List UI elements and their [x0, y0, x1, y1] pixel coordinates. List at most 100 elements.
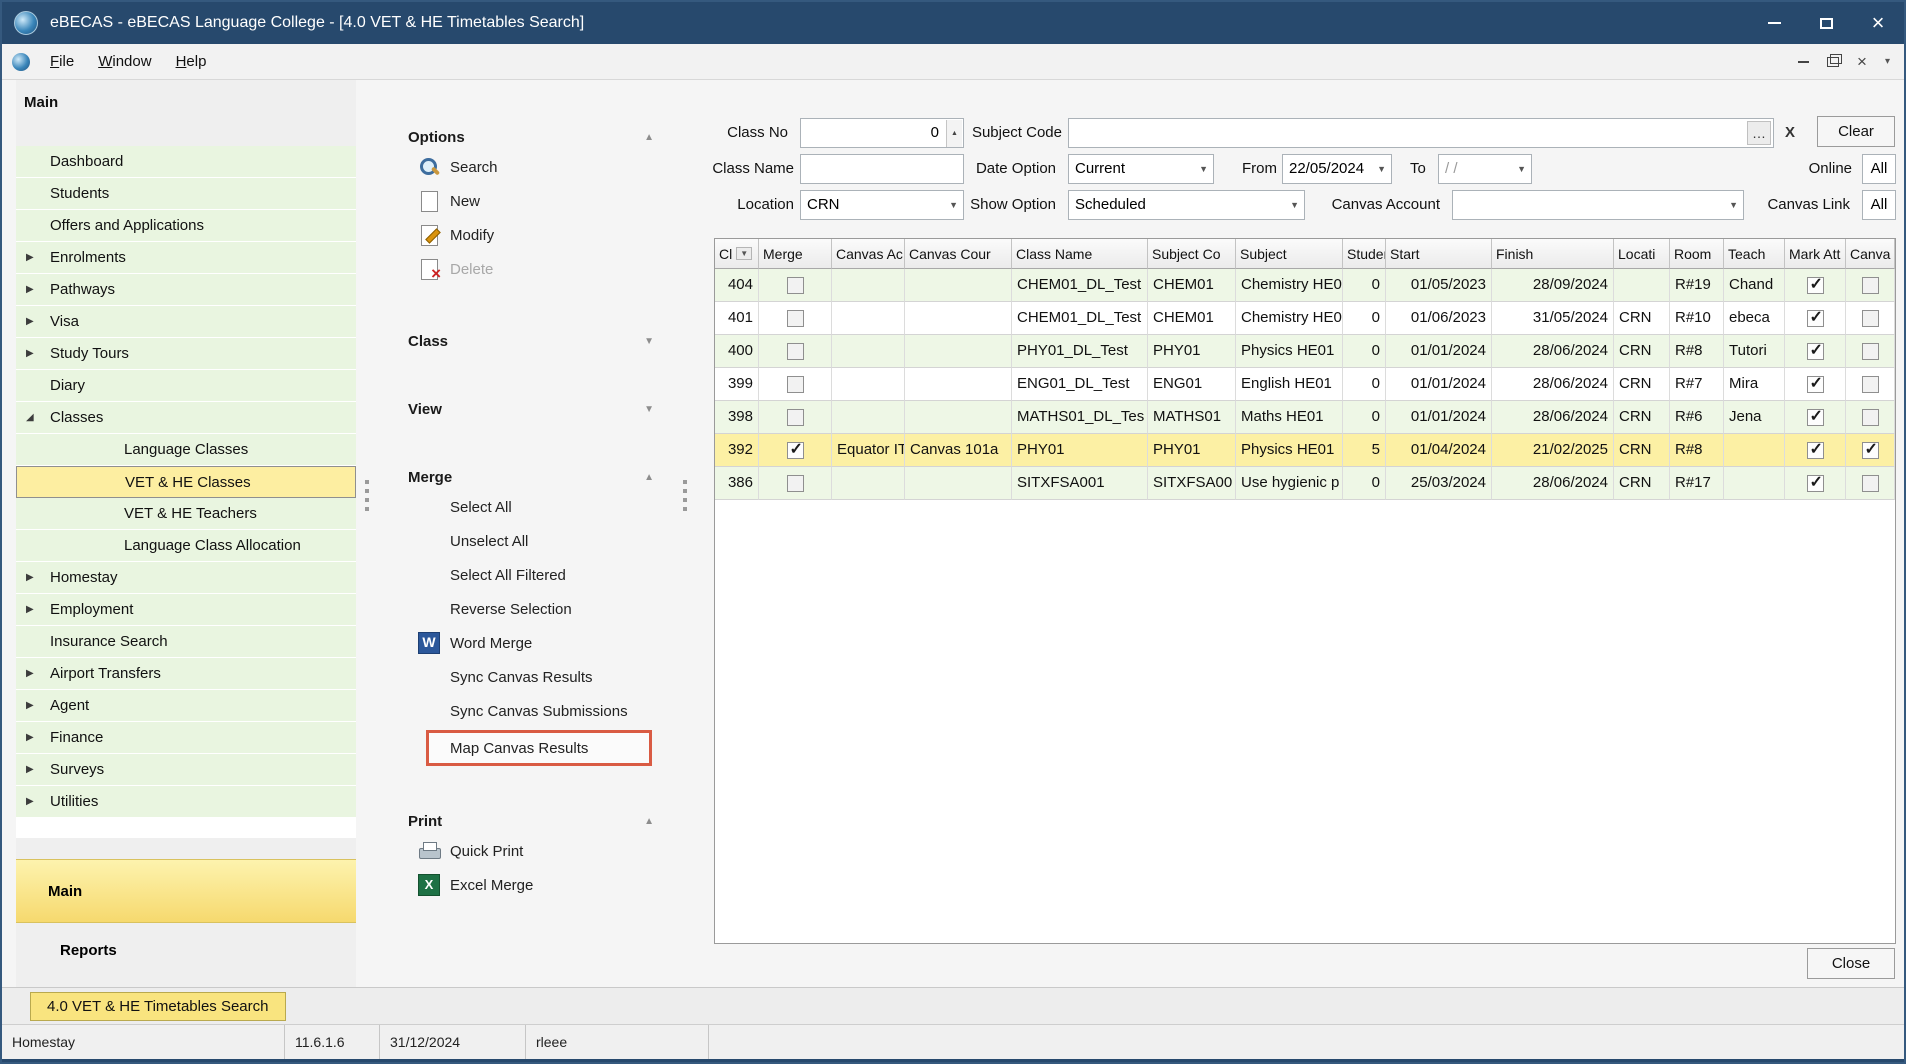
collapsed-arrow-icon[interactable]: ▶ — [26, 348, 34, 359]
table-row[interactable]: 400PHY01_DL_TestPHY01Physics HE01001/01/… — [715, 335, 1895, 368]
menu-window[interactable]: Window — [86, 44, 163, 79]
column-header-canvas-ac[interactable]: Canvas Ac — [832, 239, 905, 269]
sidebar-item-employment[interactable]: ▶Employment — [16, 594, 356, 626]
column-header-start[interactable]: Start — [1386, 239, 1492, 269]
action-select-all-filtered[interactable]: Select All Filtered — [406, 558, 666, 592]
table-row[interactable]: 404CHEM01_DL_TestCHEM01Chemistry HE0001/… — [715, 269, 1895, 302]
class-name-input[interactable] — [800, 154, 964, 184]
toolbar-options-chevron-icon[interactable]: ▾ — [1885, 56, 1890, 67]
action-excel-merge[interactable]: Excel Merge — [406, 868, 666, 902]
mark-att-checkbox[interactable] — [1807, 409, 1824, 426]
collapse-arrow-icon[interactable]: ▲ — [644, 132, 654, 143]
expanded-arrow-icon[interactable]: ◢ — [26, 412, 34, 423]
column-header-subject[interactable]: Subject — [1236, 239, 1343, 269]
column-header-locati[interactable]: Locati — [1614, 239, 1670, 269]
mark-att-checkbox[interactable] — [1807, 376, 1824, 393]
section-header-merge[interactable]: Merge▲ — [406, 464, 666, 490]
class-no-input[interactable]: 0 ▲▼ — [800, 118, 964, 148]
action-unselect-all[interactable]: Unselect All — [406, 524, 666, 558]
minimize-button[interactable] — [1748, 2, 1800, 44]
canvas-checkbox[interactable] — [1862, 310, 1879, 327]
mark-att-checkbox[interactable] — [1807, 475, 1824, 492]
collapse-arrow-icon[interactable]: ▲ — [644, 472, 654, 483]
maximize-button[interactable] — [1800, 2, 1852, 44]
column-header-class-name[interactable]: Class Name — [1012, 239, 1148, 269]
action-reverse-selection[interactable]: Reverse Selection — [406, 592, 666, 626]
sidebar-item-language-classes[interactable]: Language Classes — [16, 434, 356, 466]
column-header-subject-co[interactable]: Subject Co — [1148, 239, 1236, 269]
collapse-arrow-icon[interactable]: ▲ — [644, 816, 654, 827]
canvas-checkbox[interactable] — [1862, 475, 1879, 492]
action-delete[interactable]: Delete — [406, 252, 666, 286]
sidebar-item-language-class-allocation[interactable]: Language Class Allocation — [16, 530, 356, 562]
menu-help[interactable]: Help — [164, 44, 219, 79]
collapsed-arrow-icon[interactable]: ▶ — [26, 700, 34, 711]
sidebar-item-homestay[interactable]: ▶Homestay — [16, 562, 356, 594]
merge-checkbox[interactable] — [787, 277, 804, 294]
section-header-class[interactable]: Class▼ — [406, 328, 666, 354]
column-header-canva[interactable]: Canva — [1846, 239, 1895, 269]
merge-checkbox[interactable] — [787, 376, 804, 393]
mark-att-checkbox[interactable] — [1807, 442, 1824, 459]
mark-att-checkbox[interactable] — [1807, 310, 1824, 327]
splitter-sidebar[interactable] — [360, 80, 374, 987]
collapsed-arrow-icon[interactable]: ▶ — [26, 796, 34, 807]
sidebar-item-study-tours[interactable]: ▶Study Tours — [16, 338, 356, 370]
canvas-checkbox[interactable] — [1862, 442, 1879, 459]
section-header-print[interactable]: Print▲ — [406, 808, 666, 834]
canvas-checkbox[interactable] — [1862, 376, 1879, 393]
online-select[interactable]: All — [1862, 154, 1896, 184]
sidebar-item-students[interactable]: Students — [16, 178, 356, 210]
close-button[interactable]: Close — [1807, 948, 1895, 979]
sidebar-footer-main-button[interactable]: Main — [16, 859, 356, 923]
column-header-merge[interactable]: Merge — [759, 239, 832, 269]
merge-checkbox[interactable] — [787, 442, 804, 459]
sidebar-item-dashboard[interactable]: Dashboard — [16, 146, 356, 178]
action-quick-print[interactable]: Quick Print — [406, 834, 666, 868]
column-header-mark-att[interactable]: Mark Att — [1785, 239, 1846, 269]
sidebar-item-insurance-search[interactable]: Insurance Search — [16, 626, 356, 658]
collapsed-arrow-icon[interactable]: ▶ — [26, 604, 34, 615]
clear-button[interactable]: Clear — [1817, 116, 1895, 147]
expand-arrow-icon[interactable]: ▼ — [644, 336, 654, 347]
column-header-teach[interactable]: Teach — [1724, 239, 1785, 269]
sidebar-item-offers-and-applications[interactable]: Offers and Applications — [16, 210, 356, 242]
sidebar-item-agent[interactable]: ▶Agent — [16, 690, 356, 722]
class-no-spinner[interactable]: ▲▼ — [946, 120, 962, 146]
canvas-checkbox[interactable] — [1862, 277, 1879, 294]
action-select-all[interactable]: Select All — [406, 490, 666, 524]
mdi-minimize-icon[interactable] — [1798, 61, 1809, 63]
section-header-view[interactable]: View▼ — [406, 396, 666, 422]
sidebar-item-vet-he-teachers[interactable]: VET & HE Teachers — [16, 498, 356, 530]
collapsed-arrow-icon[interactable]: ▶ — [26, 316, 34, 327]
table-row[interactable]: 392Equator ITCanvas 101aPHY01PHY01Physic… — [715, 434, 1895, 467]
expand-arrow-icon[interactable]: ▼ — [644, 404, 654, 415]
close-window-button[interactable]: × — [1852, 2, 1904, 44]
sidebar-item-visa[interactable]: ▶Visa — [16, 306, 356, 338]
column-header-finish[interactable]: Finish — [1492, 239, 1614, 269]
sidebar-item-finance[interactable]: ▶Finance — [16, 722, 356, 754]
column-header-room[interactable]: Room — [1670, 239, 1724, 269]
action-map-canvas-results[interactable]: Map Canvas Results — [426, 730, 652, 766]
sidebar-item-enrolments[interactable]: ▶Enrolments — [16, 242, 356, 274]
show-option-select[interactable]: Scheduled ▼ — [1068, 190, 1305, 220]
merge-checkbox[interactable] — [787, 475, 804, 492]
tab-vet-he-timetables-search[interactable]: 4.0 VET & HE Timetables Search — [30, 992, 286, 1021]
canvas-link-select[interactable]: All — [1862, 190, 1896, 220]
collapsed-arrow-icon[interactable]: ▶ — [26, 764, 34, 775]
sidebar-item-classes[interactable]: ◢Classes — [16, 402, 356, 434]
collapsed-arrow-icon[interactable]: ▶ — [26, 572, 34, 583]
sidebar-item-utilities[interactable]: ▶Utilities — [16, 786, 356, 818]
column-sort-dropdown-icon[interactable]: ▼ — [736, 247, 752, 260]
sidebar-item-diary[interactable]: Diary — [16, 370, 356, 402]
collapsed-arrow-icon[interactable]: ▶ — [26, 252, 34, 263]
table-row[interactable]: 401CHEM01_DL_TestCHEM01Chemistry HE0001/… — [715, 302, 1895, 335]
collapsed-arrow-icon[interactable]: ▶ — [26, 284, 34, 295]
action-word-merge[interactable]: Word Merge — [406, 626, 666, 660]
sidebar-item-pathways[interactable]: ▶Pathways — [16, 274, 356, 306]
spinner-up-icon[interactable]: ▲ — [946, 120, 962, 148]
subject-code-input[interactable]: … — [1068, 118, 1774, 148]
column-header-studer[interactable]: Studer — [1343, 239, 1386, 269]
canvas-checkbox[interactable] — [1862, 343, 1879, 360]
canvas-checkbox[interactable] — [1862, 409, 1879, 426]
